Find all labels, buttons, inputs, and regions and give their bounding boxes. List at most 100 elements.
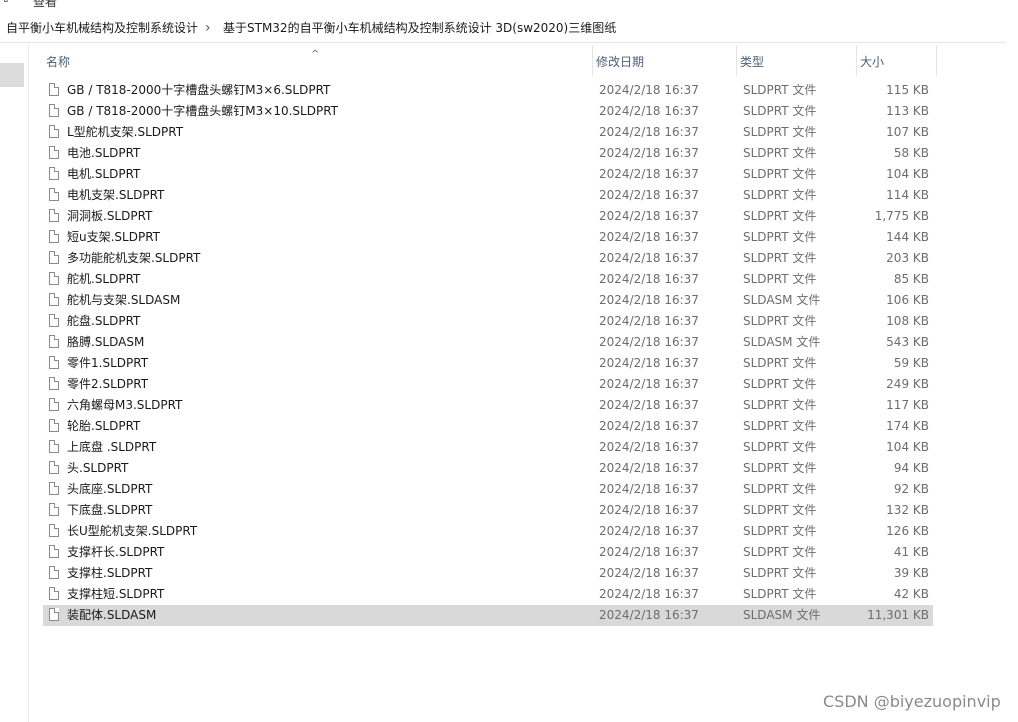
file-name: 支撑杆长.SLDPRT: [67, 545, 165, 559]
file-type: SLDPRT 文件: [743, 272, 817, 286]
column-header-date[interactable]: 修改日期: [593, 45, 737, 76]
file-modified-date: 2024/2/18 16:37: [599, 209, 699, 223]
file-row[interactable]: 长U型舵机支架.SLDPRT 2024/2/18 16:37 SLDPRT 文件 12…: [43, 521, 933, 542]
menu-view[interactable]: 查看: [33, 0, 57, 10]
file-modified-date: 2024/2/18 16:37: [599, 146, 699, 160]
file-row[interactable]: L型舵机支架.SLDPRT 2024/2/18 16:37 SLDPRT 文件 107…: [43, 122, 933, 143]
file-type: SLDPRT 文件: [743, 83, 817, 97]
file-type: SLDASM 文件: [743, 293, 821, 307]
column-header-row: 名称 ^ 修改日期 类型 大小: [43, 45, 937, 76]
file-row[interactable]: 舵盘.SLDPRT 2024/2/18 16:37 SLDPRT 文件 108 KB: [43, 311, 933, 332]
column-header-size[interactable]: 大小: [857, 45, 937, 76]
file-name: GB / T818-2000十字槽盘头螺钉M3×10.SLDPRT: [67, 104, 339, 118]
file-icon: [49, 209, 59, 222]
file-row[interactable]: 舵机与支架.SLDASM 2024/2/18 16:37 SLDASM 文件 106 …: [43, 290, 933, 311]
navigation-pane[interactable]: [0, 43, 29, 722]
file-modified-date: 2024/2/18 16:37: [599, 419, 699, 433]
file-row[interactable]: 电机.SLDPRT 2024/2/18 16:37 SLDPRT 文件 104 KB: [43, 164, 933, 185]
file-icon: [49, 125, 59, 138]
file-row[interactable]: 六角螺母M3.SLDPRT 2024/2/18 16:37 SLDPRT 文件 117…: [43, 395, 933, 416]
file-modified-date: 2024/2/18 16:37: [599, 125, 699, 139]
file-type: SLDPRT 文件: [743, 251, 817, 265]
file-modified-date: 2024/2/18 16:37: [599, 503, 699, 517]
file-row[interactable]: GB / T818-2000十字槽盘头螺钉M3×6.SLDPRT 2024/2/1…: [43, 80, 933, 101]
file-row[interactable]: 上底盘 .SLDPRT 2024/2/18 16:37 SLDPRT 文件 104 K…: [43, 437, 933, 458]
file-row[interactable]: 胳膊.SLDASM 2024/2/18 16:37 SLDASM 文件 543 KB: [43, 332, 933, 353]
file-type: SLDPRT 文件: [743, 377, 817, 391]
file-size: 249 KB: [886, 377, 929, 391]
file-type: SLDASM 文件: [743, 608, 821, 622]
file-row[interactable]: 支撑杆长.SLDPRT 2024/2/18 16:37 SLDPRT 文件 41 KB: [43, 542, 933, 563]
file-name: 舵盘.SLDPRT: [67, 314, 141, 328]
file-size: 114 KB: [886, 188, 929, 202]
file-name: 下底盘.SLDPRT: [67, 503, 153, 517]
file-row[interactable]: 零件1.SLDPRT 2024/2/18 16:37 SLDPRT 文件 59 KB: [43, 353, 933, 374]
file-type: SLDPRT 文件: [743, 104, 817, 118]
file-icon: [49, 398, 59, 411]
file-icon: [49, 440, 59, 453]
file-type: SLDPRT 文件: [743, 167, 817, 181]
file-type: SLDPRT 文件: [743, 146, 817, 160]
file-size: 174 KB: [886, 419, 929, 433]
file-row[interactable]: 零件2.SLDPRT 2024/2/18 16:37 SLDPRT 文件 249 KB: [43, 374, 933, 395]
file-size: 58 KB: [893, 146, 929, 160]
file-size: 104 KB: [886, 440, 929, 454]
file-type: SLDPRT 文件: [743, 419, 817, 433]
file-type: SLDPRT 文件: [743, 482, 817, 496]
chevron-right-icon[interactable]: ›: [205, 14, 211, 42]
file-row[interactable]: 头底座.SLDPRT 2024/2/18 16:37 SLDPRT 文件 92 KB: [43, 479, 933, 500]
file-modified-date: 2024/2/18 16:37: [599, 167, 699, 181]
breadcrumb-item-current[interactable]: 基于STM32的自平衡小车机械结构及控制系统设计 3D(sw2020)三维图纸: [223, 14, 616, 42]
file-type: SLDPRT 文件: [743, 461, 817, 475]
file-row[interactable]: 电池.SLDPRT 2024/2/18 16:37 SLDPRT 文件 58 KB: [43, 143, 933, 164]
file-row[interactable]: 舵机.SLDPRT 2024/2/18 16:37 SLDPRT 文件 85 KB: [43, 269, 933, 290]
up-arrow-icon[interactable]: ⇧: [0, 0, 12, 6]
file-row[interactable]: 装配体.SLDASM 2024/2/18 16:37 SLDASM 文件 11,301…: [43, 605, 933, 626]
file-row[interactable]: 支撑柱.SLDPRT 2024/2/18 16:37 SLDPRT 文件 39 KB: [43, 563, 933, 584]
file-modified-date: 2024/2/18 16:37: [599, 272, 699, 286]
file-row[interactable]: 电机支架.SLDPRT 2024/2/18 16:37 SLDPRT 文件 114 K…: [43, 185, 933, 206]
file-row[interactable]: 下底盘.SLDPRT 2024/2/18 16:37 SLDPRT 文件 132 KB: [43, 500, 933, 521]
file-name: 头底座.SLDPRT: [67, 482, 153, 496]
file-name: 多功能舵机支架.SLDPRT: [67, 251, 201, 265]
sort-ascending-icon: ^: [311, 49, 320, 60]
file-icon: [49, 524, 59, 537]
navigation-pane-selected-item[interactable]: [0, 63, 24, 87]
file-modified-date: 2024/2/18 16:37: [599, 377, 699, 391]
file-row[interactable]: 多功能舵机支架.SLDPRT 2024/2/18 16:37 SLDPRT 文件 20…: [43, 248, 933, 269]
file-type: SLDPRT 文件: [743, 440, 817, 454]
file-size: 104 KB: [886, 167, 929, 181]
file-row[interactable]: 支撑柱短.SLDPRT 2024/2/18 16:37 SLDPRT 文件 42 KB: [43, 584, 933, 605]
file-row[interactable]: 头.SLDPRT 2024/2/18 16:37 SLDPRT 文件 94 KB: [43, 458, 933, 479]
file-row[interactable]: 洞洞板.SLDPRT 2024/2/18 16:37 SLDPRT 文件 1,775 …: [43, 206, 933, 227]
file-icon: [49, 251, 59, 264]
file-icon: [49, 293, 59, 306]
file-modified-date: 2024/2/18 16:37: [599, 251, 699, 265]
column-header-name-label: 名称: [46, 55, 71, 69]
file-type: SLDPRT 文件: [743, 188, 817, 202]
file-size: 92 KB: [893, 482, 929, 496]
menu-strip: ⇧ 查看: [0, 0, 1018, 12]
breadcrumb-item-parent[interactable]: 自平衡小车机械结构及控制系统设计: [6, 14, 198, 42]
file-name: 零件1.SLDPRT: [67, 356, 149, 370]
file-size: 11,301 KB: [867, 608, 929, 622]
file-modified-date: 2024/2/18 16:37: [599, 83, 699, 97]
file-modified-date: 2024/2/18 16:37: [599, 545, 699, 559]
file-modified-date: 2024/2/18 16:37: [599, 482, 699, 496]
file-icon: [49, 83, 59, 96]
column-header-type[interactable]: 类型: [737, 45, 857, 76]
file-size: 132 KB: [886, 503, 929, 517]
file-size: 106 KB: [886, 293, 929, 307]
file-type: SLDASM 文件: [743, 335, 821, 349]
file-row[interactable]: 短u支架.SLDPRT 2024/2/18 16:37 SLDPRT 文件 144 K…: [43, 227, 933, 248]
file-size: 39 KB: [893, 566, 929, 580]
file-size: 107 KB: [886, 125, 929, 139]
address-bar[interactable]: 自平衡小车机械结构及控制系统设计 › 基于STM32的自平衡小车机械结构及控制系…: [0, 14, 1006, 43]
file-name: 胳膊.SLDASM: [67, 335, 145, 349]
column-header-name[interactable]: 名称 ^: [43, 45, 593, 76]
file-name: 舵机与支架.SLDASM: [67, 293, 181, 307]
file-row[interactable]: GB / T818-2000十字槽盘头螺钉M3×10.SLDPRT 2024/2/…: [43, 101, 933, 122]
file-row[interactable]: 轮胎.SLDPRT 2024/2/18 16:37 SLDPRT 文件 174 KB: [43, 416, 933, 437]
file-name: 六角螺母M3.SLDPRT: [67, 398, 183, 412]
file-icon: [49, 272, 59, 285]
